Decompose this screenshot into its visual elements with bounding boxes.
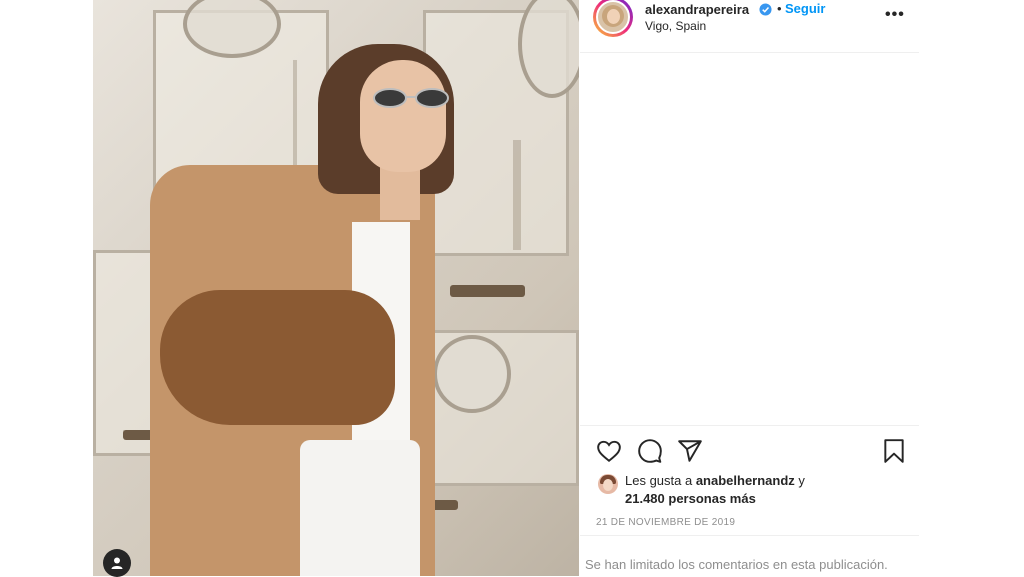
- profile-avatar-ring[interactable]: [593, 0, 633, 37]
- verified-badge-icon: [759, 3, 772, 16]
- location-link[interactable]: Vigo, Spain: [645, 19, 706, 33]
- bookmark-icon[interactable]: [881, 438, 907, 464]
- face: [360, 60, 446, 172]
- handbag: [160, 290, 395, 425]
- separator-dot: •: [777, 1, 782, 16]
- post-sidebar: alexandrapereira • Seguir Vigo, Spain ••…: [580, 0, 919, 576]
- door-ornament: [433, 335, 511, 413]
- paint-crack: [513, 140, 521, 250]
- liker-avatar[interactable]: [598, 474, 618, 494]
- avatar[interactable]: [596, 0, 630, 34]
- likes-text: Les gusta a anabelhernandz y: [625, 473, 805, 488]
- likes-connector: y: [794, 473, 805, 488]
- comments-limited-notice: Se han limitado los comentarios en esta …: [585, 557, 888, 572]
- likes-summary: Les gusta a anabelhernandz y 21.480 pers…: [580, 470, 919, 515]
- door-handle: [450, 285, 525, 297]
- follow-button[interactable]: Seguir: [785, 1, 825, 16]
- username-link[interactable]: alexandrapereira: [645, 2, 749, 17]
- user-icon: [111, 557, 123, 569]
- heart-icon[interactable]: [596, 438, 622, 464]
- action-bar: [580, 425, 919, 476]
- tagged-users-button[interactable]: [103, 549, 131, 577]
- more-options-icon[interactable]: •••: [885, 6, 905, 24]
- paper-plane-icon[interactable]: [677, 438, 703, 464]
- pants: [300, 440, 420, 576]
- comments-area: Se han limitado los comentarios en esta …: [580, 535, 919, 577]
- post-photo[interactable]: [93, 0, 579, 576]
- liker-username-link[interactable]: anabelhernandz: [696, 473, 795, 488]
- post-date[interactable]: 21 DE NOVIEMBRE DE 2019: [596, 517, 735, 528]
- likes-prefix: Les gusta a: [625, 473, 696, 488]
- sunglasses: [373, 88, 449, 108]
- likes-count-link[interactable]: 21.480 personas más: [625, 491, 756, 506]
- comment-icon[interactable]: [637, 438, 663, 464]
- post-header: alexandrapereira • Seguir Vigo, Spain ••…: [580, 0, 919, 53]
